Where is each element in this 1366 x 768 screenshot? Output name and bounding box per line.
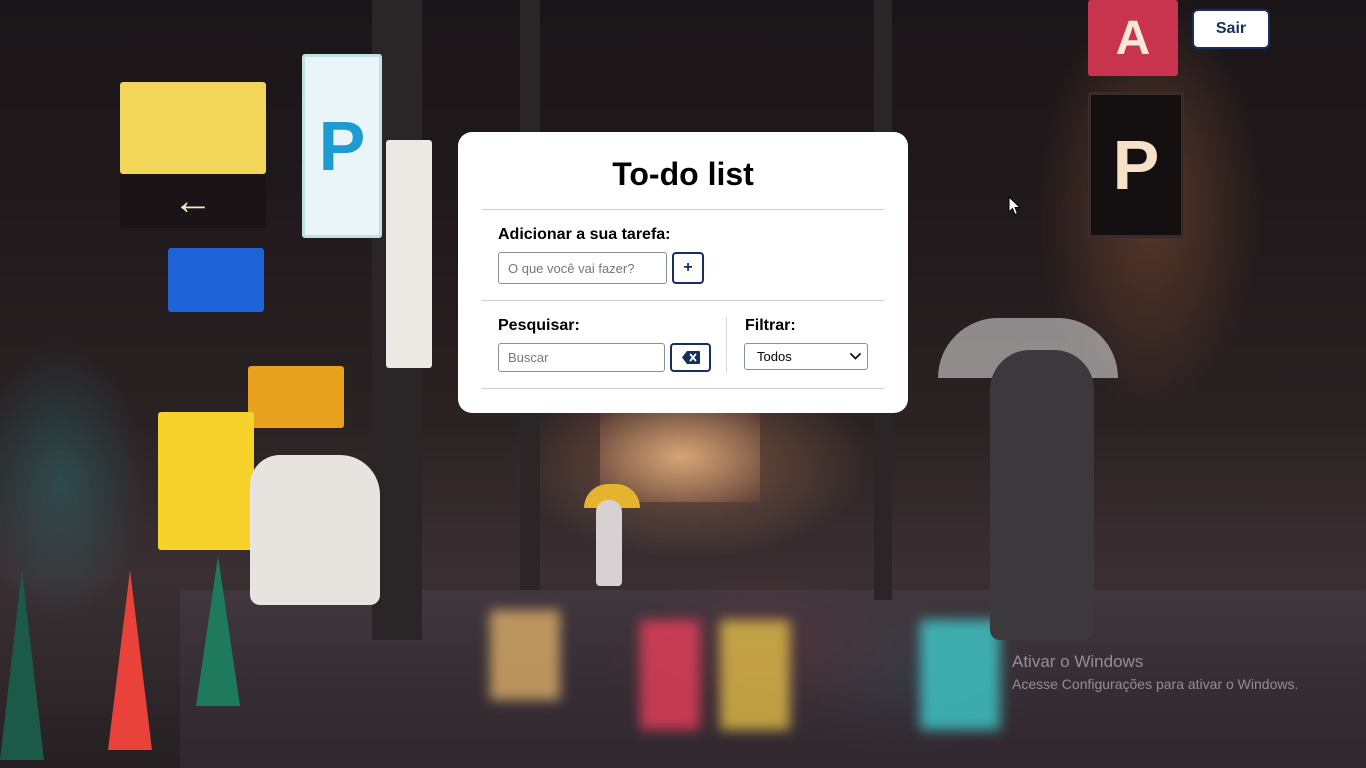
chevron-down-icon bbox=[850, 353, 861, 360]
search-input[interactable] bbox=[498, 343, 665, 372]
pedestrian bbox=[596, 500, 622, 586]
filter-select[interactable]: Todos bbox=[744, 343, 868, 370]
traffic-cone bbox=[108, 570, 152, 750]
filter-label: Filtrar: bbox=[745, 317, 796, 334]
add-task-button[interactable]: + bbox=[672, 252, 704, 284]
mouse-pointer-icon bbox=[1008, 196, 1022, 216]
neon-sign bbox=[168, 248, 264, 312]
traffic-cone bbox=[0, 570, 44, 760]
vertical-sign bbox=[386, 140, 432, 368]
task-input[interactable] bbox=[498, 252, 667, 284]
backspace-icon bbox=[681, 351, 700, 364]
logout-button[interactable]: Sair bbox=[1192, 9, 1270, 49]
watermark-subtitle: Acesse Configurações para ativar o Windo… bbox=[1012, 676, 1299, 692]
todo-card: To-do list Adicionar a sua tarefa: + Pes… bbox=[458, 132, 908, 413]
parked-car bbox=[250, 455, 380, 605]
clear-search-button[interactable] bbox=[670, 343, 711, 372]
neon-sign: A bbox=[1088, 0, 1178, 76]
parking-sign: P bbox=[302, 54, 382, 238]
price-sign bbox=[248, 366, 344, 428]
vertical-divider bbox=[726, 317, 727, 373]
divider bbox=[482, 300, 884, 301]
watermark-title: Ativar o Windows bbox=[1012, 652, 1144, 671]
windows-activation-watermark: Ativar o Windows Acesse Configurações pa… bbox=[1012, 652, 1298, 692]
traffic-cone bbox=[196, 556, 240, 706]
neon-sign: ← bbox=[120, 174, 266, 228]
warning-sign bbox=[158, 412, 254, 550]
parking-sign: P bbox=[1088, 92, 1184, 238]
page-title: To-do list bbox=[612, 156, 754, 192]
filter-selected-value: Todos bbox=[757, 349, 792, 364]
divider bbox=[482, 209, 884, 210]
divider bbox=[482, 388, 884, 389]
add-task-label: Adicionar a sua tarefa: bbox=[498, 226, 671, 243]
search-label: Pesquisar: bbox=[498, 317, 580, 334]
pedestrian bbox=[990, 350, 1094, 640]
neon-sign bbox=[120, 82, 266, 174]
